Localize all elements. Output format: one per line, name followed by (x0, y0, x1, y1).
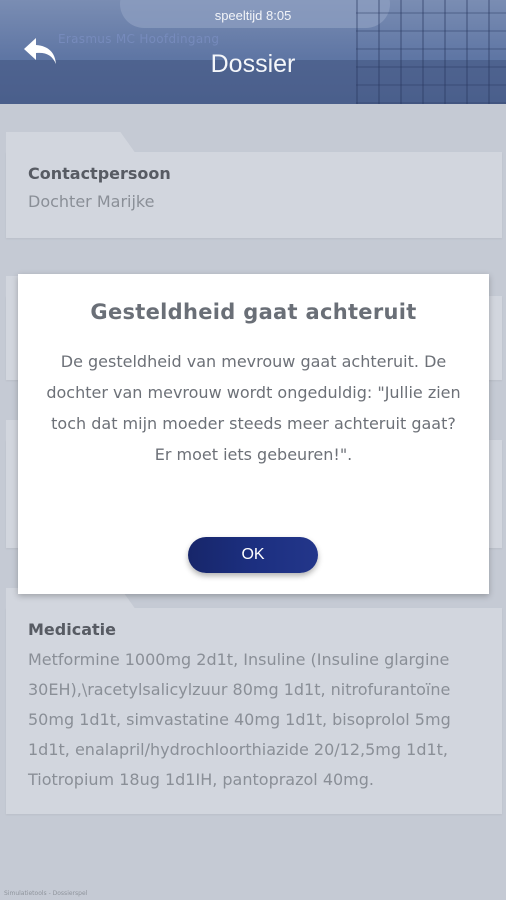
ok-button[interactable]: OK (188, 537, 318, 573)
medication-line: Metformine 1000mg 2d1t, Insuline (Insuli… (28, 650, 450, 669)
medication-value: Metformine 1000mg 2d1t, Insuline (Insuli… (28, 645, 472, 795)
page-title: Dossier (210, 50, 296, 78)
alert-dialog: Gesteldheid gaat achteruit De gesteldhei… (18, 274, 489, 594)
card-tab (6, 132, 136, 154)
footer-note: Simulatietools - Dossierspel (4, 890, 88, 897)
medication-line: Tiotropium 18ug 1d1IH, pantoprazol 40mg. (28, 770, 375, 789)
medication-line: 30EH),\racetylsalicylzuur 80mg 1d1t, nit… (28, 680, 451, 699)
contact-card: Contactpersoon Dochter Marijke (6, 132, 502, 238)
contact-value: Dochter Marijke (28, 192, 155, 211)
header-signage: Erasmus MC Hoofdingang (58, 32, 220, 46)
dialog-message-line: dochter van mevrouw wordt ongeduldig: "J… (46, 383, 461, 402)
dialog-message-line: De gesteldheid van mevrouw gaat achterui… (60, 352, 447, 371)
dialog-title: Gesteldheid gaat achteruit (90, 300, 417, 324)
play-time: speeltijd 8:05 (214, 8, 292, 23)
medication-line: 1d1t, enalapril/hydrochloorthiazide 20/1… (28, 740, 449, 759)
medication-card: Medicatie Metformine 1000mg 2d1t, Insuli… (6, 588, 502, 814)
dialog-message-line: Er moet iets gebeuren!". (154, 445, 353, 464)
dialog-message: De gesteldheid van mevrouw gaat achterui… (40, 346, 467, 470)
dialog-message-line: toch dat mijn moeder steeds meer achteru… (51, 414, 456, 433)
medication-line: 50mg 1d1t, simvastatine 40mg 1d1t, bisop… (28, 710, 451, 729)
medication-label: Medicatie (28, 620, 116, 639)
contact-label: Contactpersoon (28, 164, 171, 183)
